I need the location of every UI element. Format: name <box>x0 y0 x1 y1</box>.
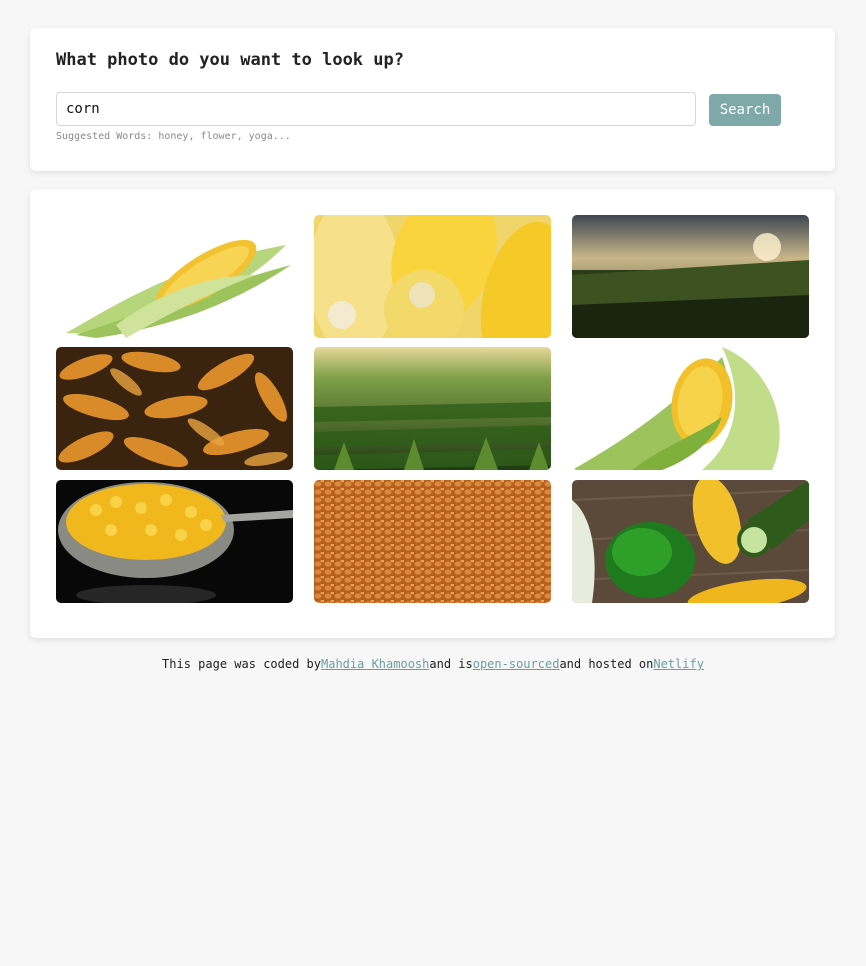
photo-corn-closeup[interactable] <box>314 215 551 338</box>
netlify-link[interactable]: Netlify <box>653 657 704 671</box>
footer-hosted: and hosted on <box>559 657 654 671</box>
search-input[interactable] <box>56 92 696 126</box>
footer-prefix: This page was coded by <box>162 657 321 671</box>
footer: This page was coded byMahdia Khamooshand… <box>0 657 866 671</box>
search-card: What photo do you want to look up? Searc… <box>30 28 835 171</box>
photo-corn-cob-white[interactable] <box>572 347 809 470</box>
photo-corn-kernels-texture[interactable] <box>314 480 551 603</box>
search-heading: What photo do you want to look up? <box>56 50 404 70</box>
photo-dried-corn-cobs[interactable] <box>56 347 293 470</box>
author-link[interactable]: Mahdia Khamoosh <box>321 657 429 671</box>
photo-corn-field-sunset[interactable] <box>572 215 809 338</box>
search-button[interactable]: Search <box>709 94 781 126</box>
photo-corn-rows[interactable] <box>314 347 551 470</box>
footer-middle: and is <box>429 657 473 671</box>
photo-gallery <box>30 189 835 638</box>
source-link[interactable]: open-sourced <box>473 657 560 671</box>
photo-corn-husk[interactable] <box>56 215 293 338</box>
photo-corn-pepper-cucumber[interactable] <box>572 480 809 603</box>
suggested-words: Suggested Words: honey, flower, yoga... <box>56 131 291 142</box>
photo-corn-strainer[interactable] <box>56 480 293 603</box>
